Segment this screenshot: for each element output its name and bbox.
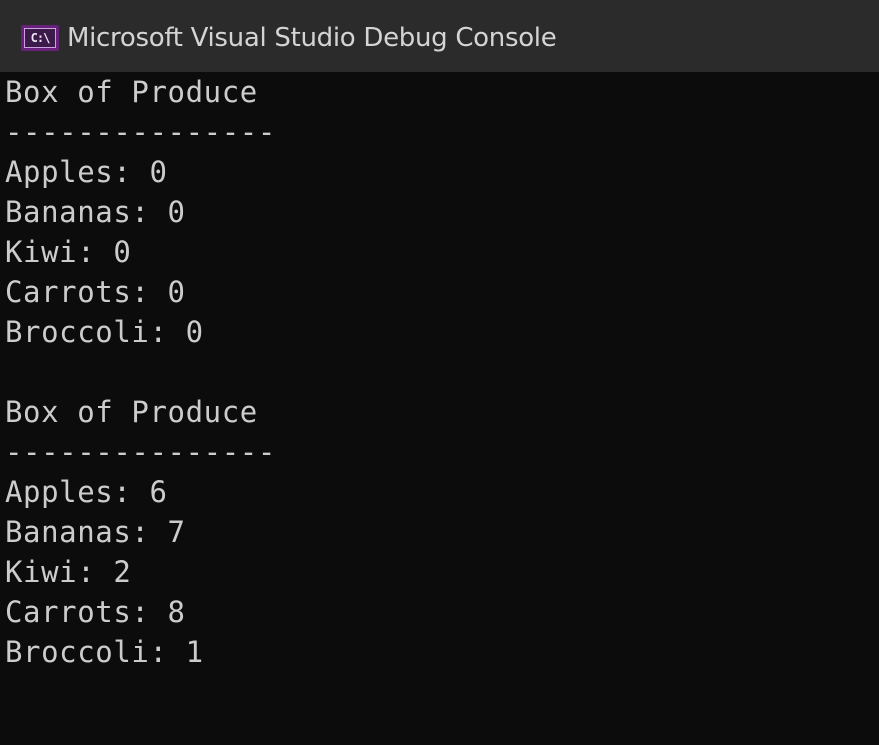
console-line: Apples: 6	[5, 475, 168, 509]
console-line: Carrots: 0	[5, 275, 186, 309]
console-prompt-icon: C:\	[24, 27, 56, 48]
debug-console-window: C:\ Microsoft Visual Studio Debug Consol…	[0, 0, 879, 745]
console-line: Kiwi: 2	[5, 555, 132, 589]
console-line: Carrots: 8	[5, 595, 186, 629]
title-bar[interactable]: C:\ Microsoft Visual Studio Debug Consol…	[0, 0, 879, 72]
console-line: Bananas: 0	[5, 195, 186, 229]
window-title: Microsoft Visual Studio Debug Console	[67, 22, 557, 53]
console-line: Box of Produce	[5, 75, 258, 109]
console-line: Bananas: 7	[5, 515, 186, 549]
console-line: Broccoli: 1	[5, 635, 204, 669]
console-line: ---------------	[5, 435, 276, 469]
console-line: Box of Produce	[5, 395, 258, 429]
console-output[interactable]: Box of Produce --------------- Apples: 0…	[0, 72, 879, 745]
console-app-icon: C:\	[21, 24, 59, 51]
console-line: Kiwi: 0	[5, 235, 132, 269]
console-line: ---------------	[5, 115, 276, 149]
console-line: Broccoli: 0	[5, 315, 204, 349]
console-line: Apples: 0	[5, 155, 168, 189]
